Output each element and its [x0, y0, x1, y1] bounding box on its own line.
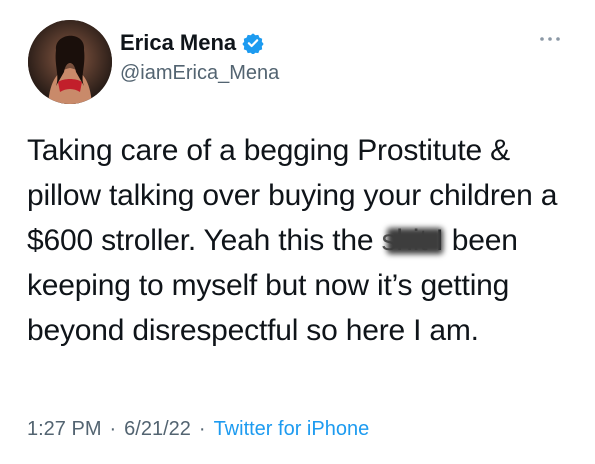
censor-blur [387, 228, 444, 254]
more-options-icon[interactable] [538, 32, 562, 44]
avatar[interactable] [28, 20, 112, 104]
tweet-date[interactable]: 6/21/22 [124, 418, 191, 441]
tweet-text: Taking care of a begging Prostitute & pi… [27, 128, 575, 353]
author-name[interactable]: Erica Mena [120, 30, 236, 56]
meta-separator: · [109, 418, 117, 440]
tweet-meta: 1:27 PM · 6/21/22 · Twitter for iPhone [27, 418, 369, 441]
tweet-source-link[interactable]: Twitter for iPhone [214, 418, 370, 441]
tweet-card: Erica Mena @iamErica_Mena Taking care of… [0, 0, 595, 464]
verified-badge-icon [242, 32, 264, 55]
author-row: Erica Mena [120, 30, 264, 56]
censored-word: shit [381, 218, 444, 263]
meta-separator: · [198, 418, 206, 440]
tweet-time[interactable]: 1:27 PM [27, 418, 101, 441]
avatar-image [28, 20, 112, 104]
author-handle[interactable]: @iamErica_Mena [120, 62, 279, 85]
